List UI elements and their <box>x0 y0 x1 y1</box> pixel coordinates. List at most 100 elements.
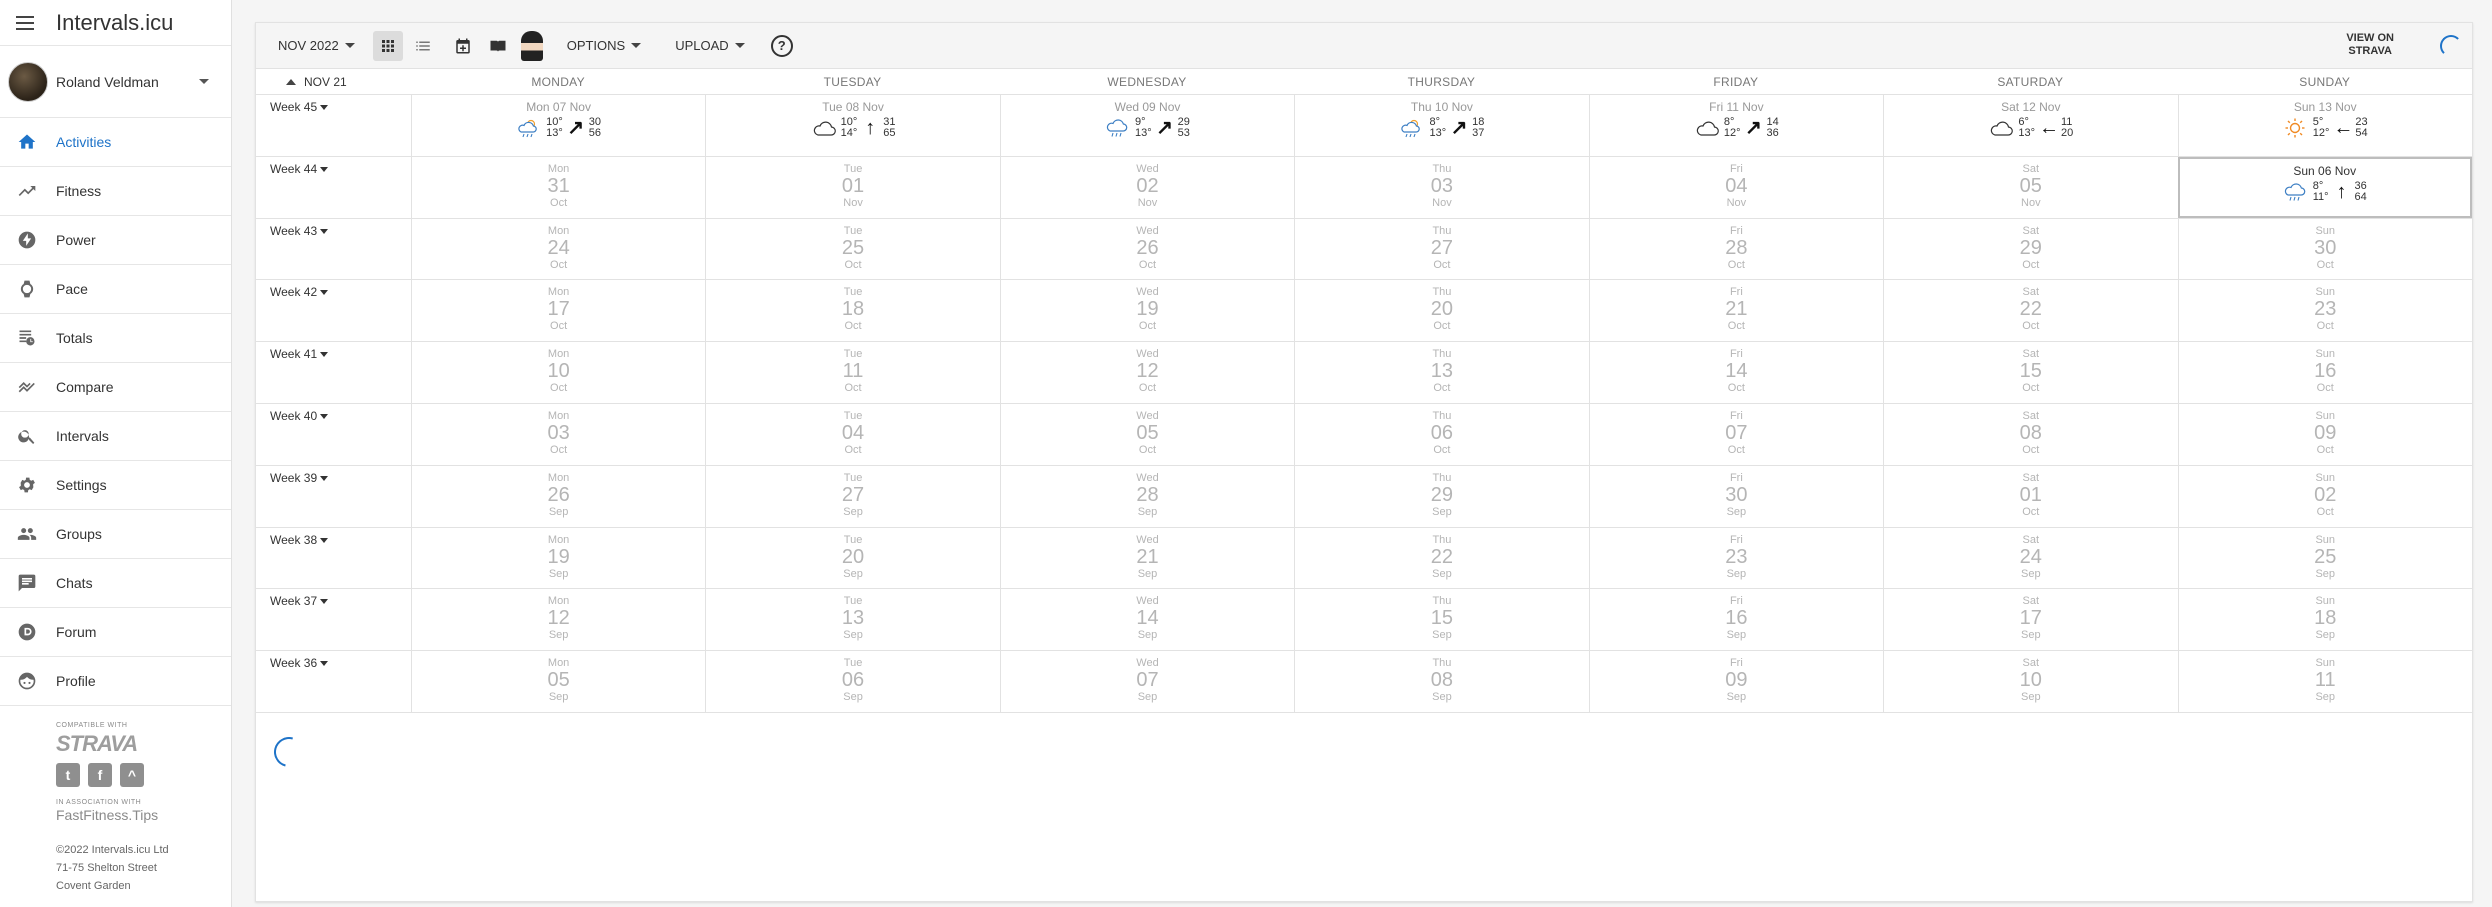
week-label[interactable]: Week 37 <box>256 589 411 650</box>
day-cell[interactable]: Fri 07 Oct <box>1588 403 1883 465</box>
day-cell[interactable]: Thu 22 Sep <box>1294 527 1588 589</box>
day-cell[interactable]: Sun 18 Sep <box>2177 589 2472 651</box>
day-cell[interactable]: Tue 27 Sep <box>705 465 999 527</box>
day-cell[interactable]: Fri 16 Sep <box>1588 589 1883 651</box>
day-cell[interactable]: Wed 05 Oct <box>999 403 1294 465</box>
day-cell[interactable]: Sat 10 Sep <box>1883 651 2177 712</box>
day-cell[interactable]: Sat 24 Sep <box>1883 527 2177 589</box>
day-cell[interactable]: Sat 29 Oct <box>1883 218 2177 280</box>
day-cell[interactable]: Tue 18 Oct <box>705 280 999 342</box>
strava-logo[interactable]: STRAVA <box>56 731 231 757</box>
day-cell[interactable]: Wed 12 Oct <box>999 342 1294 403</box>
day-cell[interactable]: Thu 08 Sep <box>1294 651 1588 712</box>
week-label[interactable]: Week 42 <box>256 280 411 341</box>
day-cell[interactable]: Thu 10 Nov 8° 13° ↗ 18 37 <box>1294 95 1588 156</box>
day-cell[interactable]: Fri 28 Oct <box>1588 218 1883 280</box>
day-cell[interactable]: Mon 05 Sep <box>410 651 705 712</box>
day-cell[interactable]: Tue 11 Oct <box>705 342 999 403</box>
day-cell[interactable]: Tue 25 Oct <box>705 218 999 280</box>
twitter-icon[interactable]: t <box>56 763 80 787</box>
view-on-strava-link[interactable]: VIEW ON STRAVA <box>2346 32 2394 58</box>
day-cell[interactable]: Sun 13 Nov 5° 12° ← 23 54 <box>2177 95 2472 156</box>
day-cell[interactable]: Sat 01 Oct <box>1883 465 2177 527</box>
day-cell[interactable]: Tue 06 Sep <box>705 651 999 712</box>
week-label[interactable]: Week 44 <box>256 157 411 218</box>
sidebar-item-profile[interactable]: Profile <box>0 657 231 706</box>
today-cell[interactable]: Sun 06 Nov 8° 11° ↑ 36 64 <box>2177 156 2472 218</box>
day-cell[interactable]: Wed 14 Sep <box>999 589 1294 651</box>
day-cell[interactable]: Wed 21 Sep <box>999 527 1294 589</box>
strava-icon[interactable]: ^ <box>120 763 144 787</box>
day-cell[interactable]: Mon 17 Oct <box>410 280 705 342</box>
day-cell[interactable]: Sun 25 Sep <box>2177 527 2472 589</box>
user-menu[interactable]: Roland Veldman <box>0 46 231 118</box>
sidebar-item-groups[interactable]: Groups <box>0 510 231 559</box>
day-cell[interactable]: Tue 08 Nov 10° 14° ↑ 31 65 <box>705 95 999 156</box>
sidebar-item-forum[interactable]: Forum <box>0 608 231 657</box>
day-cell[interactable]: Wed 26 Oct <box>999 218 1294 280</box>
day-cell[interactable]: Sun 11 Sep <box>2177 651 2472 712</box>
day-cell[interactable]: Mon 07 Nov 10° 13° ↗ 30 56 <box>410 95 705 156</box>
month-toggle[interactable]: NOV 21 <box>256 75 411 89</box>
sidebar-item-chats[interactable]: Chats <box>0 559 231 608</box>
book-icon[interactable] <box>483 31 513 61</box>
sidebar-item-intervals[interactable]: Intervals <box>0 412 231 461</box>
menu-icon[interactable] <box>16 12 38 34</box>
sidebar-item-totals[interactable]: Totals <box>0 314 231 363</box>
day-cell[interactable]: Fri 30 Sep <box>1588 465 1883 527</box>
athlete-avatar[interactable] <box>520 30 543 61</box>
options-button[interactable]: OPTIONS <box>559 31 650 61</box>
sidebar-item-activities[interactable]: Activities <box>0 118 231 167</box>
day-cell[interactable]: Fri 09 Sep <box>1588 651 1883 712</box>
sidebar-item-compare[interactable]: Compare <box>0 363 231 412</box>
day-cell[interactable]: Tue 13 Sep <box>705 589 999 651</box>
day-cell[interactable]: Sun 23 Oct <box>2177 280 2472 342</box>
day-cell[interactable]: Mon 10 Oct <box>410 342 705 403</box>
list-view-icon[interactable] <box>408 31 438 61</box>
week-label[interactable]: Week 36 <box>256 651 411 712</box>
sidebar-item-settings[interactable]: Settings <box>0 461 231 510</box>
grid-view-icon[interactable] <box>372 30 403 61</box>
day-cell[interactable]: Sun 30 Oct <box>2177 218 2472 280</box>
week-label[interactable]: Week 39 <box>256 466 411 527</box>
day-cell[interactable]: Thu 06 Oct <box>1294 403 1588 465</box>
week-label[interactable]: Week 41 <box>256 342 411 403</box>
day-cell[interactable]: Thu 29 Sep <box>1294 465 1588 527</box>
day-cell[interactable]: Sat 17 Sep <box>1883 589 2177 651</box>
day-cell[interactable]: Sat 15 Oct <box>1883 342 2177 403</box>
day-cell[interactable]: Fri 21 Oct <box>1588 280 1883 342</box>
day-cell[interactable]: Mon 19 Sep <box>410 527 705 589</box>
day-cell[interactable]: Sat 05 Nov <box>1883 156 2177 218</box>
day-cell[interactable]: Wed 02 Nov <box>999 156 1294 218</box>
day-cell[interactable]: Wed 28 Sep <box>999 465 1294 527</box>
day-cell[interactable]: Thu 03 Nov <box>1294 156 1588 218</box>
add-calendar-icon[interactable] <box>448 31 478 61</box>
chevron-down-icon[interactable] <box>199 79 209 84</box>
help-button[interactable]: ? <box>767 31 797 61</box>
week-label[interactable]: Week 40 <box>256 404 411 465</box>
day-cell[interactable]: Tue 01 Nov <box>705 156 999 218</box>
day-cell[interactable]: Mon 12 Sep <box>410 589 705 651</box>
day-cell[interactable]: Thu 27 Oct <box>1294 218 1588 280</box>
day-cell[interactable]: Fri 04 Nov <box>1588 156 1883 218</box>
day-cell[interactable]: Mon 24 Oct <box>410 218 705 280</box>
day-cell[interactable]: Sun 02 Oct <box>2177 465 2472 527</box>
day-cell[interactable]: Thu 15 Sep <box>1294 589 1588 651</box>
day-cell[interactable]: Thu 20 Oct <box>1294 280 1588 342</box>
day-cell[interactable]: Sat 08 Oct <box>1883 403 2177 465</box>
sidebar-item-fitness[interactable]: Fitness <box>0 167 231 216</box>
facebook-icon[interactable]: f <box>88 763 112 787</box>
day-cell[interactable]: Mon 03 Oct <box>410 403 705 465</box>
day-cell[interactable]: Fri 14 Oct <box>1588 342 1883 403</box>
upload-button[interactable]: UPLOAD <box>667 31 752 61</box>
month-select-button[interactable]: NOV 2022 <box>270 31 363 61</box>
day-cell[interactable]: Tue 20 Sep <box>705 527 999 589</box>
day-cell[interactable]: Thu 13 Oct <box>1294 342 1588 403</box>
day-cell[interactable]: Wed 07 Sep <box>999 651 1294 712</box>
partner-link[interactable]: FastFitness.Tips <box>56 807 231 823</box>
day-cell[interactable]: Fri 23 Sep <box>1588 527 1883 589</box>
day-cell[interactable]: Mon 26 Sep <box>410 465 705 527</box>
day-cell[interactable]: Sun 09 Oct <box>2177 403 2472 465</box>
day-cell[interactable]: Fri 11 Nov 8° 12° ↗ 14 36 <box>1588 95 1883 156</box>
day-cell[interactable]: Sun 16 Oct <box>2177 342 2472 403</box>
